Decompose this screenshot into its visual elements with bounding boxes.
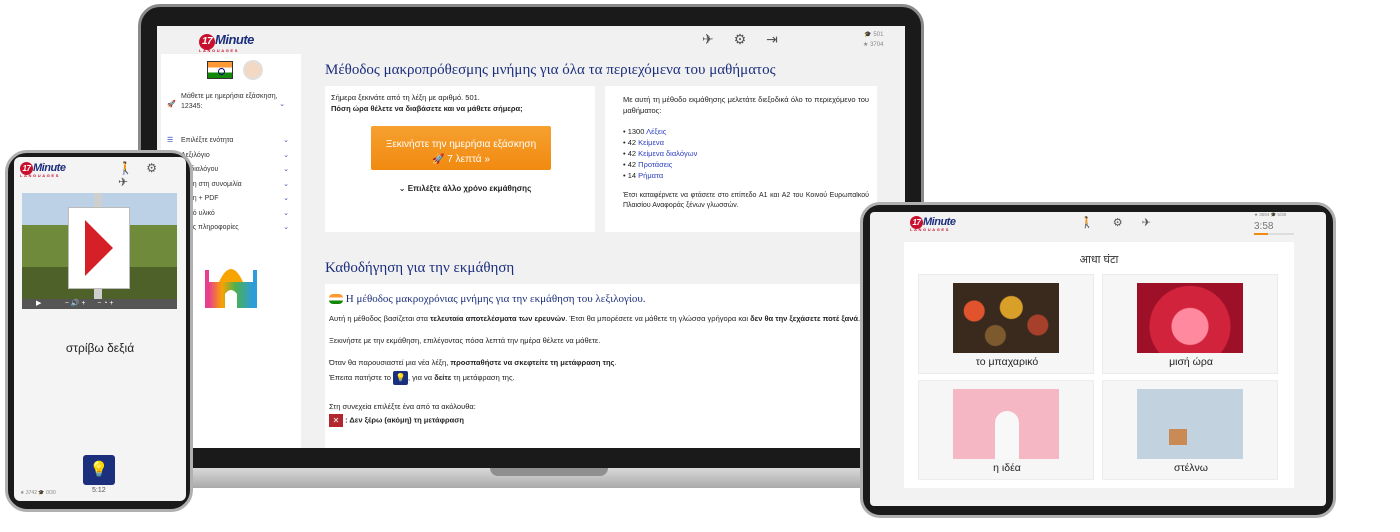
cap-icon: 🎓: [864, 32, 872, 38]
course-content-card: Με αυτή τη μέθοδο εκμάθησης μελετάτε διε…: [605, 86, 877, 232]
page-title: Μέθοδος μακροπρόθεσμης μνήμης για όλα τα…: [325, 62, 776, 78]
language-flags: [207, 60, 264, 80]
user-stats: 🎓 501 ★ 3704: [863, 32, 884, 48]
tablet-screen: 17 Minute LANGUAGES 🚶 ⚙ ✈ ★ 3594 🎓 5/38 3…: [870, 212, 1326, 506]
brand-logo[interactable]: 17 Minute LANGUAGES: [20, 162, 66, 178]
verbs-link[interactable]: Ρήματα: [638, 171, 663, 180]
chevron-down-icon: ⌄: [283, 180, 289, 188]
texts-link[interactable]: Κείμενα: [638, 138, 664, 147]
gear-icon[interactable]: ⚙: [146, 161, 157, 175]
avatar[interactable]: [243, 60, 264, 80]
phone-screen: 17 Minute LANGUAGES 🚶 ⚙ ✈ ▶ − 🔊 + − ◔ + σ…: [14, 157, 186, 501]
list-icon: ☰: [167, 137, 174, 144]
chevron-down-icon: ⌄: [283, 195, 289, 202]
lightbulb-icon: 💡: [89, 461, 109, 478]
speed-icon[interactable]: − ◔ +: [97, 300, 113, 307]
tablet-timer: 3:58: [1254, 221, 1274, 232]
list-item: • 42 Προτάσεις: [623, 160, 673, 169]
laptop-notch: [490, 468, 608, 476]
close-icon: ✕: [329, 414, 343, 427]
start-word-text: Σήμερα ξεκινάτε από τη λέξη με αριθμό. 5…: [331, 93, 480, 102]
rocket-icon: 🚀: [432, 153, 445, 165]
chevron-down-icon: ⌄: [283, 151, 289, 159]
india-flag-icon[interactable]: [207, 61, 233, 79]
volume-icon[interactable]: − 🔊 +: [65, 300, 86, 307]
list-item: • 14 Ρήματα: [623, 171, 664, 180]
logout-icon[interactable]: ⇥: [766, 31, 778, 47]
guide-paragraph-1: Αυτή η μέθοδος βασίζεται στα τελευταία α…: [329, 314, 860, 323]
chevron-down-icon: ⌄: [398, 184, 406, 193]
brand-logo[interactable]: 17 Minute LANGUAGES: [199, 32, 254, 53]
reveal-translation-button[interactable]: 💡: [83, 455, 115, 485]
guide-paragraph-3: Όταν θα παρουσιαστεί μια νέα λέξη, προσπ…: [329, 358, 617, 367]
section-title: Καθοδήγηση για την εκμάθηση: [325, 260, 515, 276]
no-walk-icon[interactable]: 🚶: [118, 161, 133, 175]
brand-logo[interactable]: 17 Minute LANGUAGES: [910, 216, 956, 232]
answer-tile-idea[interactable]: η ιδέα: [918, 380, 1094, 480]
guide-option-1: ✕ : Δεν ξέρω (ακόμη) τη μετάφραση: [329, 414, 901, 427]
rocket-icon: 🚀: [167, 101, 176, 108]
course-intro: Με αυτή τη μέθοδο εκμάθησης μελετάτε διε…: [623, 95, 869, 115]
laptop-topbar: 17 Minute LANGUAGES ✈ ⚙ ⇥ 🎓 501 ★ 3704: [157, 26, 905, 54]
chevron-down-icon: ⌄: [283, 166, 289, 173]
phone-stats: ★ 3742 🎓 0/30: [20, 490, 56, 496]
answer-tile-send[interactable]: στέλνω: [1102, 380, 1278, 480]
words-link[interactable]: Λέξεις: [646, 127, 666, 136]
course-outro: Έτσι καταφέρνετε να φτάσετε στο επίπεδο …: [623, 192, 869, 209]
guide-paragraph-2: Ξεκινήστε με την εκμάθηση, επιλέγοντας π…: [329, 336, 601, 345]
session-progress-bar: [1254, 233, 1294, 235]
phone-header-icons: 🚶 ⚙ ✈: [118, 161, 186, 189]
list-item: • 42 Κείμενα: [623, 138, 664, 147]
idea-image: [953, 389, 1059, 459]
gear-icon[interactable]: ⚙: [734, 31, 747, 47]
sidebar-item-select-unit[interactable]: ☰ Επιλέξτε ενότητα ⌄: [167, 134, 295, 149]
no-flight-icon[interactable]: ✈: [118, 175, 128, 189]
chevron-down-icon: ⌄: [279, 101, 285, 108]
answer-tile-spice[interactable]: το μπαχαρικό: [918, 274, 1094, 374]
guide-subtitle: Η μέθοδος μακροχρόνιας μνήμης για την εκ…: [329, 294, 901, 305]
gear-icon[interactable]: ⚙: [1113, 217, 1123, 229]
start-practice-button[interactable]: Ξεκινήστε την ημερήσια εξάσκηση 🚀 7 λεπτ…: [371, 126, 551, 170]
header-icons: ✈ ⚙ ⇥: [702, 31, 794, 48]
dialogue-texts-link[interactable]: Κείμενα διαλόγων: [638, 149, 697, 158]
kitchen-timer-image: [1137, 283, 1243, 353]
taj-mahal-icon: [205, 269, 257, 308]
content-list: • 1300 Λέξεις • 42 Κείμενα • 42 Κείμενα …: [623, 126, 869, 181]
star-icon: ★: [863, 42, 869, 48]
no-flight-icon[interactable]: ✈: [702, 31, 714, 47]
play-icon[interactable]: ▶: [36, 300, 41, 307]
phone-timer: 5:12: [92, 487, 106, 494]
quiz-prompt: आधा घंटा: [1079, 254, 1119, 266]
india-flag-icon: [329, 294, 343, 305]
no-walk-icon[interactable]: 🚶: [1080, 217, 1094, 229]
laptop-screen: 17 Minute LANGUAGES ✈ ⚙ ⇥ 🎓 501 ★ 3704 🚀 …: [157, 26, 905, 448]
vocabulary-image: [22, 193, 177, 299]
answer-tile-half-hour[interactable]: μισή ώρα: [1102, 274, 1278, 374]
spices-image: [953, 283, 1059, 353]
chevron-down-icon: ⌄: [283, 224, 289, 231]
turn-right-sign: [68, 207, 130, 289]
question-text: Πόση ώρα θέλετε να διαβάσετε και να μάθε…: [331, 104, 523, 113]
list-item: • 1300 Λέξεις: [623, 127, 667, 136]
audio-controls[interactable]: ▶ − 🔊 + − ◔ +: [22, 299, 177, 309]
chevron-down-icon: ⌄: [283, 209, 289, 217]
main-content: Μέθοδος μακροπρόθεσμης μνήμης για όλα τα…: [307, 54, 905, 448]
daily-practice-card: Σήμερα ξεκινάτε από τη λέξη με αριθμό. 5…: [325, 86, 595, 232]
no-flight-icon[interactable]: ✈: [1142, 217, 1151, 229]
send-letter-image: [1137, 389, 1243, 459]
sidebar-goal[interactable]: 🚀 Μάθετε με ημερήσια εξάσκηση, 12345: ⌄: [167, 92, 297, 112]
list-item: • 42 Κείμενα διαλόγων: [623, 149, 698, 158]
tablet-header-icons: 🚶 ⚙ ✈: [1080, 216, 1167, 229]
guide-paragraph-5: Στη συνεχεία επιλέξτε ένα από τα ακόλουθ…: [329, 402, 476, 411]
lightbulb-icon: 💡: [393, 371, 409, 385]
choose-other-time-link[interactable]: ⌄ Επιλέξτε άλλο χρόνο εκμάθησης: [325, 183, 605, 194]
quiz-panel: आधा घंटा το μπαχαρικό μισή ώρα η ιδέα στ…: [904, 242, 1294, 488]
vocabulary-word: στρίβω δεξιά: [65, 341, 135, 355]
sentences-link[interactable]: Προτάσεις: [638, 160, 672, 169]
chevron-down-icon: ⌄: [283, 137, 289, 144]
guide-paragraph-4: Έπειτα πατήστε το 💡, για να δείτε τη μετ…: [329, 371, 901, 385]
progress-fill: [1254, 233, 1268, 235]
tablet-stats: ★ 3594 🎓 5/38: [1254, 212, 1287, 217]
guide-card: Η μέθοδος μακροχρόνιας μνήμης για την εκ…: [325, 284, 905, 448]
